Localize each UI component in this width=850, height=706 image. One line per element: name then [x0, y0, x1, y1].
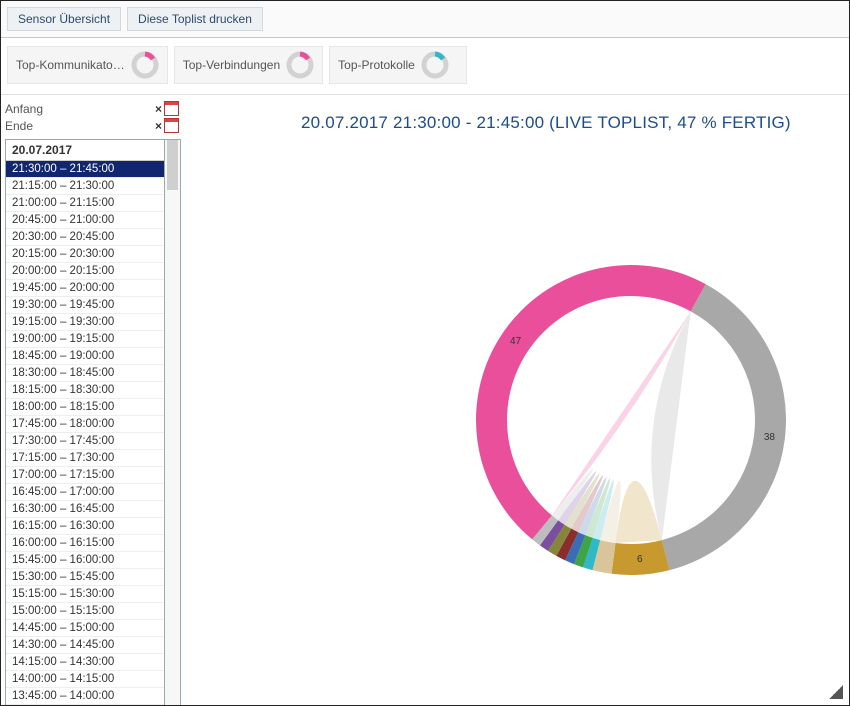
calendar-icon[interactable]: [164, 101, 179, 116]
list-item[interactable]: 16:15:00 – 16:30:00: [6, 518, 164, 535]
toplist-tabs: Top-Kommunikato… Top-Verbindungen Top-Prot…: [1, 38, 849, 95]
chart-value-label: 6: [637, 554, 643, 565]
interval-scrollbar[interactable]: [165, 139, 181, 706]
list-item[interactable]: 18:00:00 – 18:15:00: [6, 399, 164, 416]
list-item[interactable]: 16:45:00 – 17:00:00: [6, 484, 164, 501]
list-item[interactable]: 14:00:00 – 14:15:00: [6, 671, 164, 688]
tab-label: Top-Protokolle: [338, 58, 415, 72]
chart-value-label: 38: [764, 432, 776, 443]
print-toplist-button[interactable]: Diese Toplist drucken: [127, 7, 263, 31]
list-item[interactable]: 14:30:00 – 14:45:00: [6, 637, 164, 654]
list-item[interactable]: 17:30:00 – 17:45:00: [6, 433, 164, 450]
tab-label: Top-Verbindungen: [183, 58, 280, 72]
tab-top-connections[interactable]: Top-Verbindungen: [174, 46, 323, 84]
list-item[interactable]: 20:15:00 – 20:30:00: [6, 246, 164, 263]
list-item[interactable]: 20:00:00 – 20:15:00: [6, 263, 164, 280]
list-item[interactable]: 13:45:00 – 14:00:00: [6, 688, 164, 705]
list-item[interactable]: 17:00:00 – 17:15:00: [6, 467, 164, 484]
list-item[interactable]: 17:15:00 – 17:30:00: [6, 450, 164, 467]
list-item[interactable]: 15:30:00 – 15:45:00: [6, 569, 164, 586]
donut-chart: 47 38 6: [441, 230, 821, 610]
list-item[interactable]: 16:00:00 – 16:15:00: [6, 535, 164, 552]
tab-label: Top-Kommunikato…: [16, 58, 125, 72]
list-item[interactable]: 19:15:00 – 19:30:00: [6, 314, 164, 331]
list-item[interactable]: 19:00:00 – 19:15:00: [6, 331, 164, 348]
list-item[interactable]: 16:30:00 – 16:45:00: [6, 501, 164, 518]
sensor-overview-button[interactable]: Sensor Übersicht: [7, 7, 121, 31]
end-date-label: Ende: [5, 119, 33, 133]
tab-top-communicators[interactable]: Top-Kommunikato…: [7, 46, 168, 84]
content-area: 20.07.2017 21:30:00 - 21:45:00 (LIVE TOP…: [181, 95, 849, 706]
toolbar: Sensor Übersicht Diese Toplist drucken: [1, 1, 849, 38]
calendar-icon[interactable]: [164, 118, 179, 133]
tab-top-protocols[interactable]: Top-Protokolle: [329, 46, 467, 84]
list-item[interactable]: 20:30:00 – 20:45:00: [6, 229, 164, 246]
clear-end-icon[interactable]: ×: [155, 119, 162, 133]
start-date-label: Anfang: [5, 102, 43, 116]
list-item[interactable]: 14:15:00 – 14:30:00: [6, 654, 164, 671]
interval-day-header: 20.07.2017: [6, 140, 164, 161]
list-item[interactable]: 19:45:00 – 20:00:00: [6, 280, 164, 297]
donut-icon: [131, 51, 159, 79]
clear-start-icon[interactable]: ×: [155, 102, 162, 116]
sidebar: Anfang × Ende × 20.07.2017 21:30:00 – 21…: [1, 95, 181, 706]
list-item[interactable]: 19:30:00 – 19:45:00: [6, 297, 164, 314]
donut-icon: [286, 51, 314, 79]
start-date-row: Anfang ×: [5, 99, 181, 116]
list-item[interactable]: 17:45:00 – 18:00:00: [6, 416, 164, 433]
donut-icon: [421, 51, 449, 79]
resize-grip-icon: [829, 685, 843, 699]
list-item[interactable]: 20:45:00 – 21:00:00: [6, 212, 164, 229]
list-item[interactable]: 18:30:00 – 18:45:00: [6, 365, 164, 382]
list-item[interactable]: 18:45:00 – 19:00:00: [6, 348, 164, 365]
list-item[interactable]: 21:30:00 – 21:45:00: [6, 161, 164, 178]
list-item[interactable]: 14:45:00 – 15:00:00: [6, 620, 164, 637]
list-item[interactable]: 21:00:00 – 21:15:00: [6, 195, 164, 212]
interval-list: 20.07.2017 21:30:00 – 21:45:0021:15:00 –…: [5, 139, 165, 706]
list-item[interactable]: 21:15:00 – 21:30:00: [6, 178, 164, 195]
list-item[interactable]: 15:45:00 – 16:00:00: [6, 552, 164, 569]
list-item[interactable]: 18:15:00 – 18:30:00: [6, 382, 164, 399]
scrollbar-thumb[interactable]: [167, 140, 178, 190]
page-title: 20.07.2017 21:30:00 - 21:45:00 (LIVE TOP…: [181, 95, 849, 133]
chart-value-label: 47: [510, 336, 522, 347]
end-date-row: Ende ×: [5, 116, 181, 133]
list-item[interactable]: 15:15:00 – 15:30:00: [6, 586, 164, 603]
list-item[interactable]: 15:00:00 – 15:15:00: [6, 603, 164, 620]
